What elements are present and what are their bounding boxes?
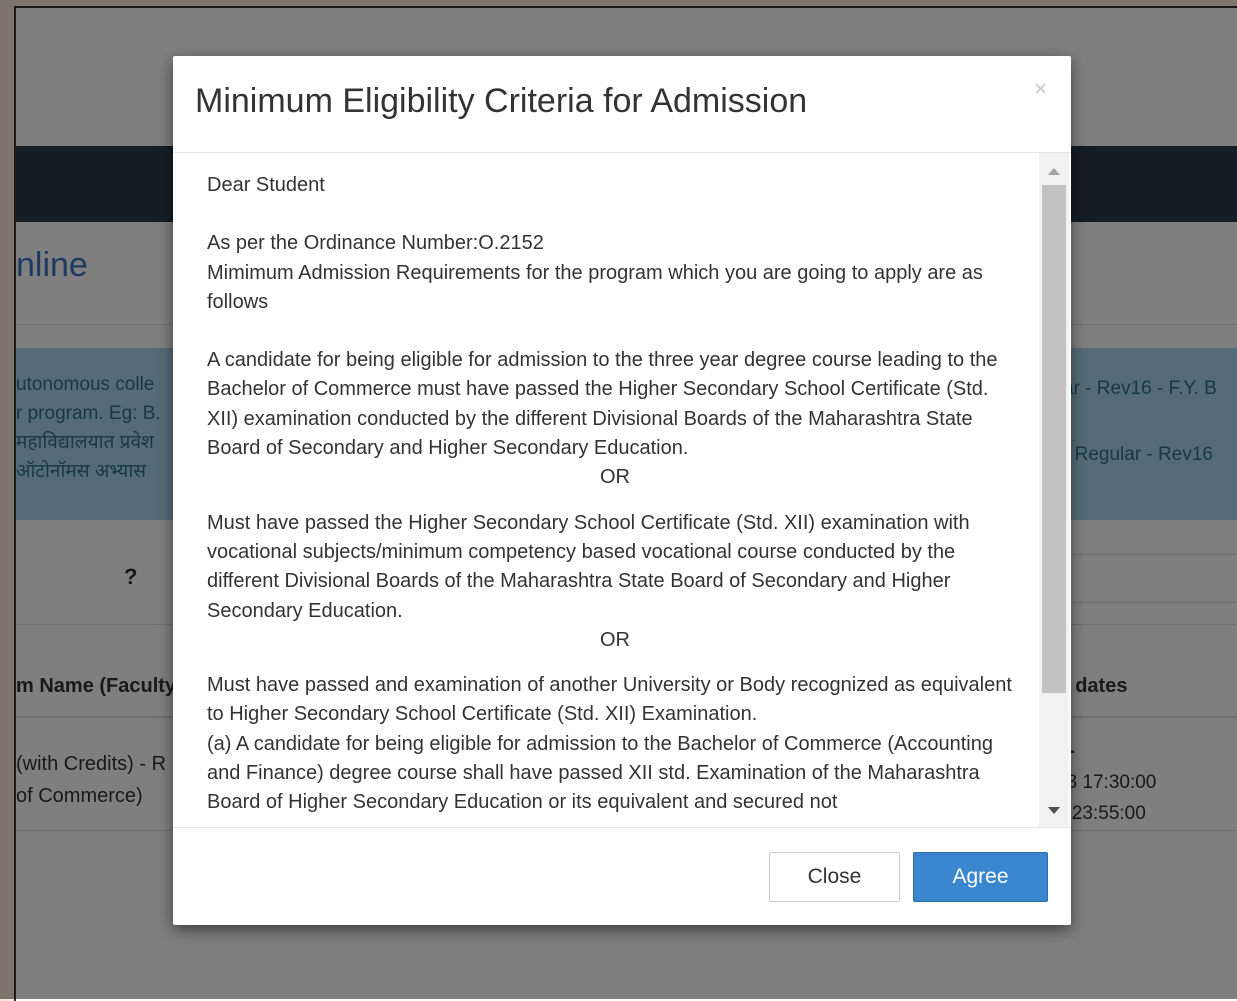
ordinance-number: As per the Ordinance Number:O.2152 <box>207 232 544 255</box>
or-separator: OR <box>600 466 630 489</box>
criteria-paragraph-2: Must have passed the Higher Secondary Sc… <box>207 511 970 622</box>
modal-title: Minimum Eligibility Criteria for Admissi… <box>195 82 808 120</box>
vertical-scrollbar[interactable] <box>1039 153 1069 827</box>
agree-button[interactable]: Agree <box>913 852 1048 902</box>
or-separator: OR <box>600 628 630 651</box>
requirements-intro: Mimimum Admission Requirements for the p… <box>207 261 983 313</box>
modal-body[interactable]: Dear Student As per the Ordinance Number… <box>173 153 1071 827</box>
close-icon[interactable]: × <box>1034 76 1047 102</box>
criteria-paragraph-1: A candidate for being eligible for admis… <box>207 349 998 460</box>
scroll-up-arrow-icon[interactable] <box>1039 159 1069 183</box>
criteria-paragraph-3: Must have passed and examination of anot… <box>207 674 1012 726</box>
modal-footer: Close Agree <box>173 827 1071 926</box>
scroll-down-arrow-icon[interactable] <box>1039 799 1069 823</box>
close-button[interactable]: Close <box>769 852 900 902</box>
scrollbar-thumb[interactable] <box>1042 185 1066 693</box>
modal-header: Minimum Eligibility Criteria for Admissi… <box>173 56 1071 153</box>
criteria-paragraph-4: (a) A candidate for being eligible for a… <box>207 732 993 814</box>
eligibility-modal: Minimum Eligibility Criteria for Admissi… <box>173 56 1071 925</box>
greeting: Dear Student <box>207 174 325 196</box>
eligibility-text: Dear Student As per the Ordinance Number… <box>207 171 1023 818</box>
